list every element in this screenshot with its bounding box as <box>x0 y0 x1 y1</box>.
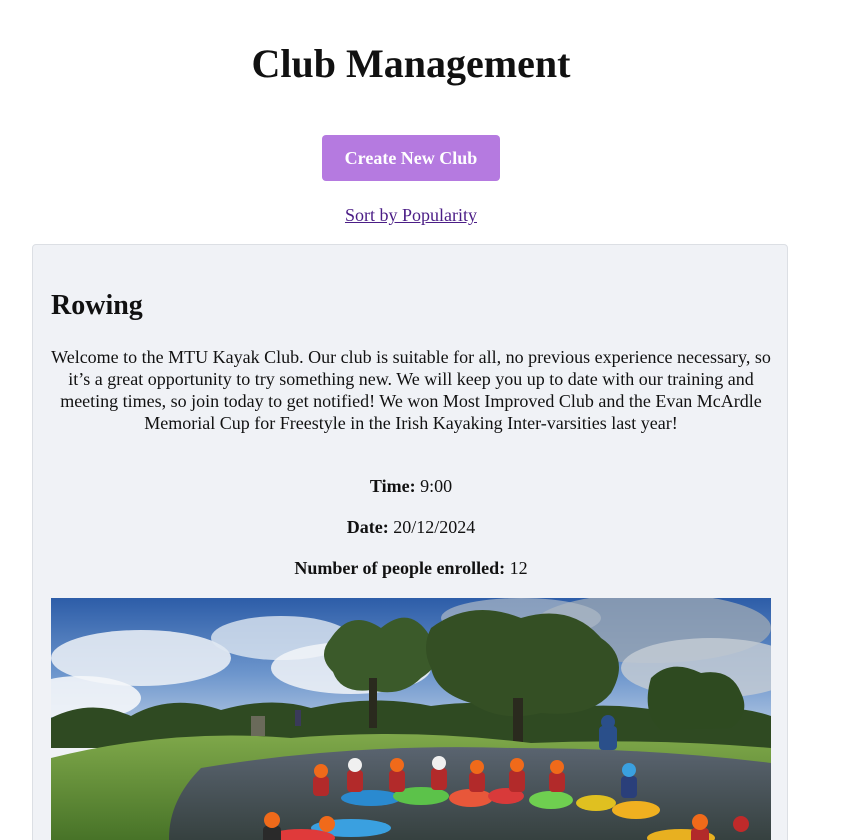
date-label: Date: <box>346 517 389 537</box>
enrolled-value: 12 <box>509 558 528 578</box>
club-date: Date: 20/12/2024 <box>33 516 787 538</box>
club-card: Rowing Welcome to the MTU Kayak Club. Ou… <box>32 244 788 840</box>
enrolled-label: Number of people enrolled: <box>294 558 506 578</box>
club-name: Rowing <box>51 290 143 321</box>
club-photo <box>51 598 771 840</box>
club-enrolled: Number of people enrolled: 12 <box>33 557 787 579</box>
time-value: 9:00 <box>420 476 453 496</box>
club-management-page: Club Management Create New Club Sort by … <box>0 0 851 840</box>
create-new-club-button[interactable]: Create New Club <box>322 135 500 181</box>
time-label: Time: <box>369 476 416 496</box>
club-description: Welcome to the MTU Kayak Club. Our club … <box>51 347 771 433</box>
club-time: Time: 9:00 <box>33 475 787 497</box>
sort-link-container: Sort by Popularity <box>0 204 822 226</box>
date-value: 20/12/2024 <box>393 517 476 537</box>
sort-by-popularity-link[interactable]: Sort by Popularity <box>345 205 477 225</box>
page-title: Club Management <box>251 41 571 86</box>
